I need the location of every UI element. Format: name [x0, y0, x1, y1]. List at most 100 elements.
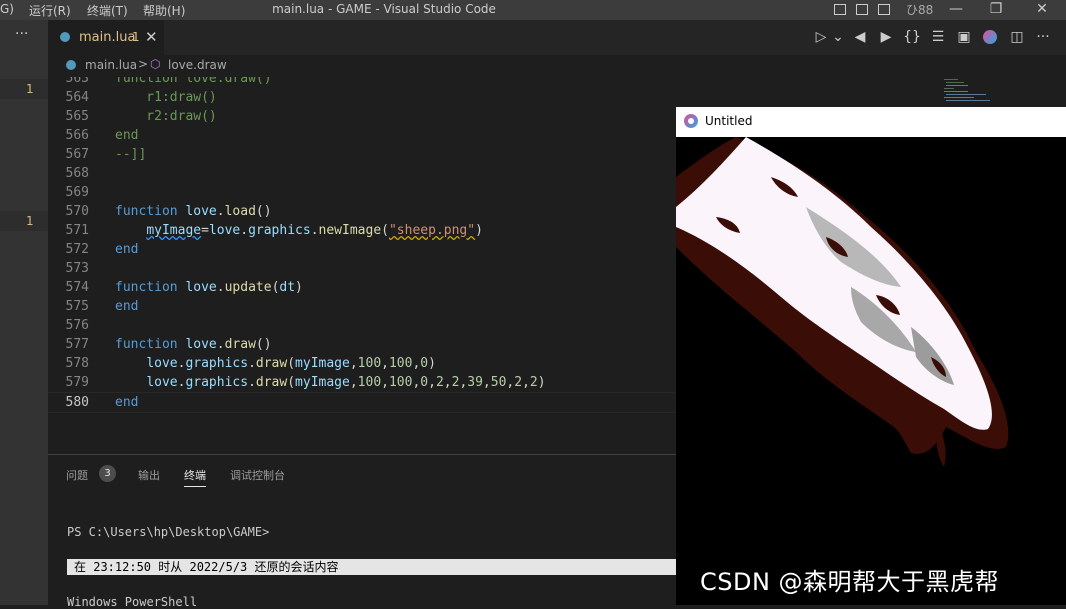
watermark: CSDN @森明帮大于黑虎帮	[700, 568, 1000, 596]
code-token: love	[185, 204, 217, 219]
breadcrumb-file[interactable]: main.lua	[85, 58, 137, 72]
line-number: 578	[65, 356, 89, 371]
code-token: ()	[255, 204, 272, 219]
terminal-prompt[interactable]: PS C:\Users\hp\Desktop\GAME>	[67, 525, 269, 539]
tab-debug-console[interactable]: 调试控制台	[230, 467, 285, 483]
lua-file-icon	[66, 60, 76, 70]
customize-layout-icon[interactable]: ひ88	[906, 1, 933, 18]
breadcrumb-separator: >	[138, 57, 149, 71]
love-game-window[interactable]: Untitled	[676, 107, 1066, 605]
love-run-icon[interactable]	[983, 30, 997, 44]
line-number: 565	[65, 109, 89, 124]
code-token: update	[224, 280, 272, 295]
session-restore-banner: 在 23:12:50 时从 2022/5/3 还原的会话内容	[67, 559, 677, 575]
code-token: 0	[420, 356, 429, 371]
activity-bar: ··· 1 1	[0, 20, 48, 605]
more-actions-icon[interactable]: ···	[15, 26, 28, 42]
code-token: draw	[255, 356, 288, 371]
code-token: 100	[357, 375, 382, 390]
tab-output[interactable]: 输出	[138, 467, 160, 483]
code-text: function love.update(dt)	[115, 278, 303, 297]
code-token: .	[248, 375, 256, 390]
love-window-title: Untitled	[705, 114, 753, 128]
breadcrumb: main.lua > ⬡ love.draw	[48, 55, 1066, 77]
code-token: ,	[522, 375, 530, 390]
code-token: myImage	[146, 223, 202, 238]
close-window-button[interactable]: ✕	[1022, 0, 1062, 20]
code-text: end	[115, 393, 138, 412]
split-editor-icon[interactable]: ◫	[1008, 29, 1026, 45]
code-token: .	[216, 77, 225, 86]
code-token: end	[115, 242, 139, 257]
code-token: load	[224, 204, 256, 219]
run-menu-chevron-icon[interactable]: ⌄	[829, 29, 847, 45]
run-icon[interactable]: ▷	[812, 29, 830, 45]
code-token: love	[185, 77, 217, 86]
tab-main-lua[interactable]: main.lua 1 ✕	[48, 20, 164, 55]
code-text: --]]	[115, 145, 146, 164]
session-restore-text: 在 23:12:50 时从 2022/5/3 还原的会话内容	[74, 560, 339, 574]
code-token: 2	[529, 375, 538, 390]
code-line[interactable]: 563 function love.draw()	[48, 77, 1066, 88]
close-tab-icon[interactable]: ✕	[145, 28, 158, 46]
line-number: 577	[65, 337, 89, 352]
code-token: myImage	[295, 375, 350, 390]
tab-problems[interactable]: 问题	[66, 467, 88, 483]
line-number: 576	[65, 318, 89, 333]
toggle-sidebar-icon[interactable]	[834, 4, 846, 15]
code-text: love.graphics.draw(myImage,100,100,0)	[115, 354, 436, 373]
code-token: 2	[514, 375, 523, 390]
braces-icon[interactable]: {}	[903, 29, 921, 45]
code-text: myImage=love.graphics.newImage("sheep.pn…	[115, 221, 483, 240]
next-change-icon[interactable]: ▶	[877, 29, 895, 45]
outline-icon[interactable]: ☰	[929, 29, 947, 45]
breadcrumb-symbol[interactable]: love.draw	[168, 58, 227, 72]
code-token: end	[115, 395, 139, 410]
code-token: .	[310, 223, 319, 238]
code-token: ,	[443, 375, 452, 390]
line-number: 574	[65, 280, 89, 295]
line-number: 573	[65, 261, 89, 276]
toggle-secondary-sidebar-icon[interactable]	[878, 4, 890, 15]
code-token: myImage	[295, 356, 350, 371]
code-token: .	[240, 223, 249, 238]
code-token: 39	[467, 375, 483, 390]
code-token: =	[201, 223, 209, 238]
code-text: r1:draw()	[115, 88, 217, 107]
restore-button[interactable]: ❐	[976, 0, 1016, 20]
line-number: 566	[65, 128, 89, 143]
line-number: 571	[65, 223, 89, 238]
code-line[interactable]: 564 r1:draw()	[48, 88, 1066, 107]
code-token: ,	[349, 356, 358, 371]
code-token: draw	[224, 77, 256, 86]
code-token: draw	[224, 337, 256, 352]
terminal-icon[interactable]: ▣	[955, 29, 973, 45]
code-text: end	[115, 126, 138, 145]
tab-label: main.lua	[79, 30, 136, 45]
line-number: 572	[65, 242, 89, 257]
line-number: 580	[65, 395, 89, 410]
editor-tab-bar: main.lua 1 ✕ ▷ ⌄ ◀ ▶ {} ☰ ▣ ◫ ···	[48, 20, 1066, 55]
code-token: love	[146, 356, 178, 371]
code-token: r1:draw()	[115, 90, 217, 105]
code-text: end	[115, 240, 138, 259]
love-title-bar[interactable]: Untitled	[676, 107, 1066, 137]
line-number: 568	[65, 166, 89, 181]
code-token: ,	[349, 375, 358, 390]
code-token: ,	[482, 375, 491, 390]
previous-change-icon[interactable]: ◀	[851, 29, 869, 45]
minimize-button[interactable]: —	[936, 0, 976, 20]
line-number: 569	[65, 185, 89, 200]
code-text: function love.load()	[115, 202, 272, 221]
code-token: .	[216, 280, 225, 295]
tab-terminal[interactable]: 终端	[184, 467, 206, 487]
code-token: ,	[381, 356, 389, 371]
toggle-panel-icon[interactable]	[856, 4, 868, 15]
code-token: (	[381, 223, 389, 238]
more-editor-actions-icon[interactable]: ···	[1034, 29, 1052, 45]
code-token: function	[115, 204, 186, 219]
code-token: 0	[420, 375, 429, 390]
code-token: graphics	[185, 356, 249, 371]
code-token: .	[248, 356, 256, 371]
